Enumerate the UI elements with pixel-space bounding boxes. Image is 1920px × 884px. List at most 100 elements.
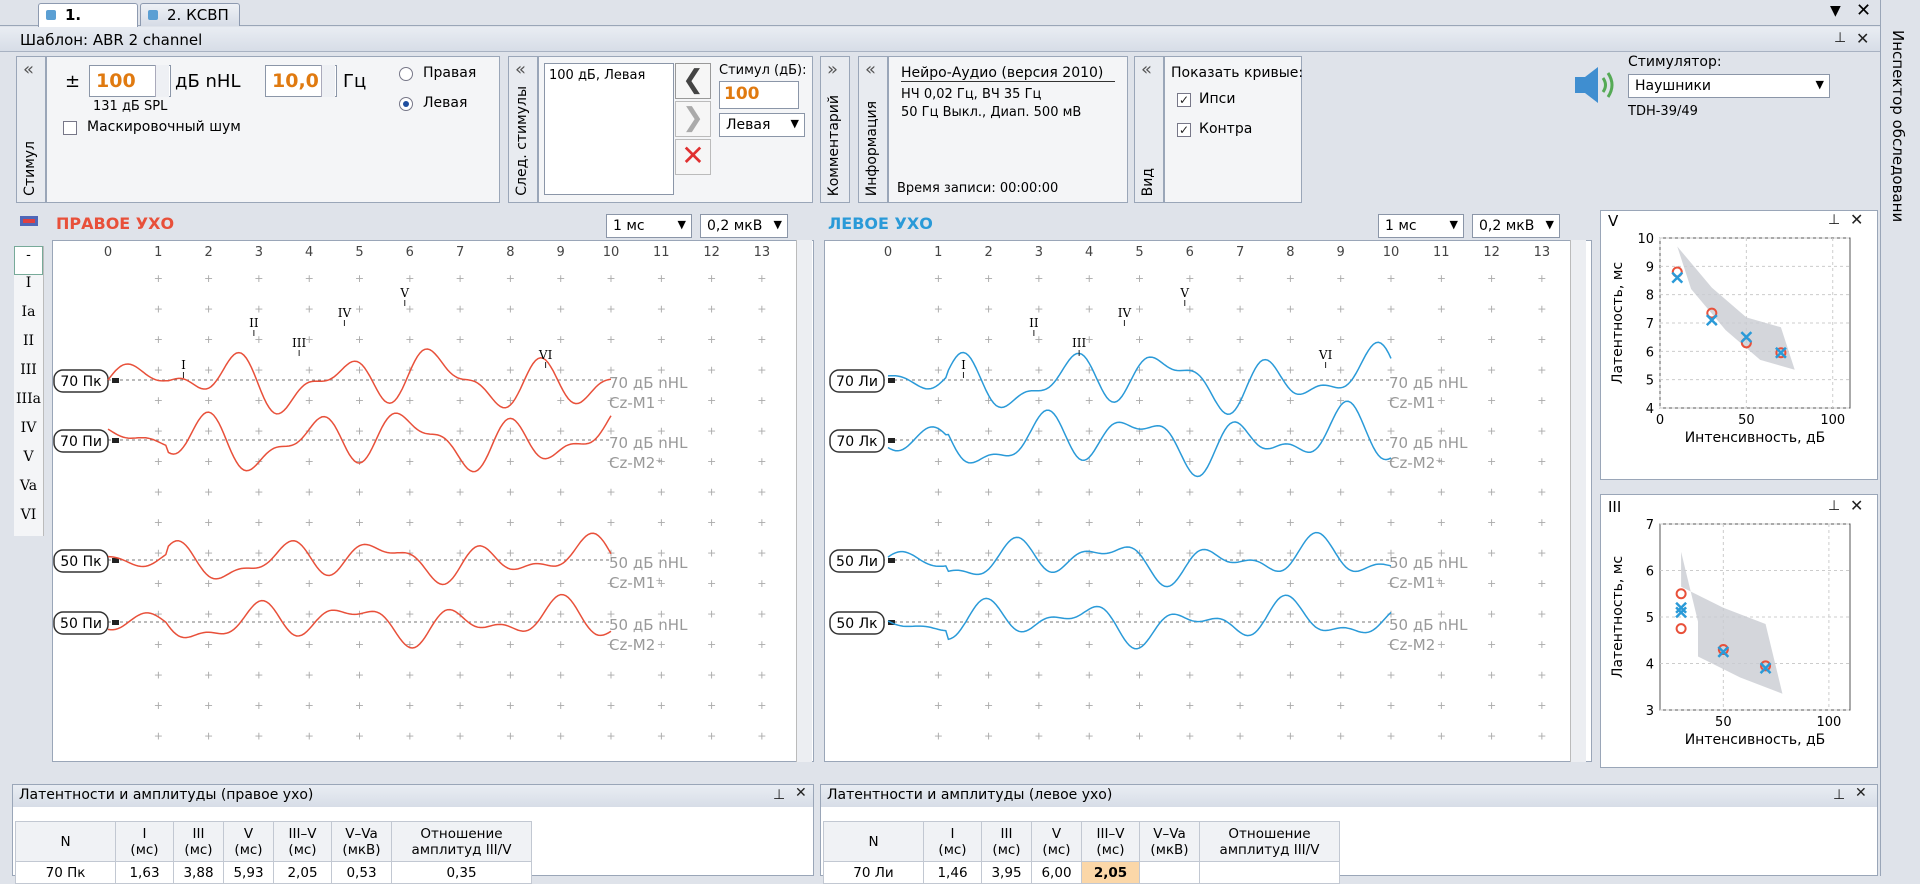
close-icon[interactable]: ✕ [1856, 0, 1871, 21]
column-header[interactable]: N [15, 821, 116, 862]
pin-icon[interactable]: ⊥ [1828, 498, 1840, 514]
info-tab[interactable]: «Информация [858, 56, 888, 203]
right-ear-radio[interactable] [399, 67, 413, 81]
right-ear-plot[interactable]: 0 1 2 3 4 5 6 7 8 9 10 11 12 13++++++++++++++++++++++… [52, 240, 814, 762]
column-header[interactable]: N [823, 821, 924, 862]
marker-button-8[interactable]: Va [14, 478, 43, 507]
trace-tag[interactable]: 50 Пи [53, 611, 109, 635]
column-header[interactable]: III–V (мс) [1081, 821, 1140, 862]
column-header[interactable]: III–V (мс) [273, 821, 332, 862]
marker-button-2[interactable]: Ia [14, 304, 43, 333]
prev-arrow-button[interactable]: ❮ [675, 63, 711, 99]
trace-handle-icon[interactable] [112, 438, 119, 443]
close-icon[interactable]: ✕ [1856, 29, 1869, 48]
column-header[interactable]: III (мс) [981, 821, 1032, 862]
grid-plus: + [1286, 333, 1295, 346]
trace-handle-icon[interactable] [888, 378, 895, 383]
left-amp-scale-select[interactable]: 0,2 мкВ [1472, 214, 1560, 238]
close-icon[interactable]: ✕ [1850, 496, 1863, 515]
column-header[interactable]: V–Va (мкВ) [1139, 821, 1200, 862]
left-scrollbar[interactable] [1570, 240, 1586, 762]
marker-button-7[interactable]: V [14, 449, 43, 478]
close-icon[interactable]: ✕ [1855, 785, 1867, 801]
marker-button-6[interactable]: IV [14, 420, 43, 449]
left-ear-radio[interactable] [399, 97, 413, 111]
trace-tag[interactable]: 70 Лк [829, 429, 885, 453]
tab-ksvp-1[interactable]: 1. КСВП [38, 3, 138, 42]
marker-button-5[interactable]: IIIa [14, 391, 43, 420]
frequency-spinner[interactable] [321, 65, 335, 97]
marker-button-9[interactable]: VI [14, 507, 43, 536]
comment-tab[interactable]: » Комментарий [820, 56, 850, 203]
marker-button-4[interactable]: III [14, 362, 43, 391]
stim-db-input[interactable]: 100 [719, 81, 799, 109]
collapse-icon[interactable]: « [515, 59, 526, 80]
next-stimuli-tab[interactable]: «След. стимулы [508, 56, 538, 203]
next-stimuli-list[interactable]: 100 дБ, Левая [544, 63, 674, 195]
column-header[interactable]: Отношение амплитуд III/V [391, 821, 532, 862]
table-row[interactable]: 70 Пк 1,63 3,88 5,93 2,05 0,53 0,35 [15, 861, 532, 884]
column-header[interactable]: V (мс) [223, 821, 274, 862]
view-tab[interactable]: «Вид [1134, 56, 1164, 203]
waveform-trace[interactable] [107, 411, 612, 473]
intensity-spinner[interactable] [155, 65, 169, 97]
trace-handle-icon[interactable] [112, 378, 119, 383]
pin-icon[interactable]: ⊥ [1834, 30, 1846, 46]
trace-handle-icon[interactable] [112, 620, 119, 625]
trace-tag[interactable]: 70 Пк [53, 369, 109, 393]
stimulator-select[interactable]: Наушники [1628, 74, 1830, 98]
grid-plus: + [1537, 333, 1546, 346]
column-header[interactable]: V (мс) [1031, 821, 1082, 862]
trace-tag[interactable]: 50 Лк [829, 611, 885, 635]
column-header[interactable]: I (мс) [115, 821, 174, 862]
trace-tag[interactable]: 70 Ли [829, 369, 885, 393]
grid-plus: + [707, 333, 716, 346]
collapse-icon[interactable]: « [1141, 59, 1152, 80]
delete-button[interactable]: ✕ [675, 139, 711, 175]
left-time-scale-select[interactable]: 1 мс [1378, 214, 1464, 238]
next-arrow-button[interactable]: ❯ [675, 101, 711, 137]
grid-plus: + [707, 364, 716, 377]
stim-side-select[interactable]: Левая [719, 113, 805, 137]
marker-button-0[interactable]: - [14, 246, 43, 275]
tab-dropdown-icon[interactable]: ▼ [1830, 3, 1841, 19]
right-amp-scale-select[interactable]: 0,2 мкВ [700, 214, 788, 238]
left-ear-plot[interactable]: 0 1 2 3 4 5 6 7 8 9 10 11 12 13++++++++++++++++++++++… [824, 240, 1592, 762]
marker-palette-icon[interactable] [20, 216, 38, 226]
inspector-strip[interactable]: Инспектор обследовани [1880, 0, 1920, 876]
trace-handle-icon[interactable] [888, 438, 895, 443]
marker-button-3[interactable]: II [14, 333, 43, 362]
table-row[interactable]: 70 Ли 1,46 3,95 6,00 2,05 [823, 861, 1340, 884]
grid-plus: + [204, 669, 213, 682]
column-header[interactable]: Отношение амплитуд III/V [1199, 821, 1340, 862]
column-header[interactable]: I (мс) [923, 821, 982, 862]
column-header[interactable]: III (мс) [173, 821, 224, 862]
grid-plus: + [355, 425, 364, 438]
collapse-icon[interactable]: « [23, 59, 34, 80]
trace-tag[interactable]: 50 Пк [53, 549, 109, 573]
trace-handle-icon[interactable] [888, 558, 895, 563]
pin-icon[interactable]: ⊥ [1828, 212, 1840, 228]
grid-plus: + [1487, 516, 1496, 529]
trace-tag[interactable]: 50 Ли [829, 549, 885, 573]
column-header[interactable]: V–Va (мкВ) [331, 821, 392, 862]
ipsi-checkbox[interactable]: ✓ [1177, 93, 1191, 107]
grid-plus: + [1537, 699, 1546, 712]
pin-icon[interactable]: ⊥ [1833, 787, 1845, 803]
pin-icon[interactable]: ⊥ [773, 787, 785, 803]
expand-icon[interactable]: » [827, 59, 838, 80]
right-scrollbar[interactable] [796, 240, 812, 762]
table-cell: 70 Ли [823, 861, 924, 884]
stimulus-group-tab[interactable]: «Стимул [16, 56, 46, 203]
grid-plus: + [254, 394, 263, 407]
trace-tag[interactable]: 70 Пи [53, 429, 109, 453]
collapse-icon[interactable]: « [865, 59, 876, 80]
close-icon[interactable]: ✕ [795, 785, 807, 801]
contra-checkbox[interactable]: ✓ [1177, 123, 1191, 137]
close-icon[interactable]: ✕ [1850, 210, 1863, 229]
tab-ksvp-2[interactable]: 2. КСВП [140, 3, 240, 26]
y-tick-label: 4 [1646, 658, 1654, 673]
mask-noise-checkbox[interactable] [63, 121, 77, 135]
right-time-scale-select[interactable]: 1 мс [606, 214, 692, 238]
marker-button-1[interactable]: I [14, 275, 43, 304]
